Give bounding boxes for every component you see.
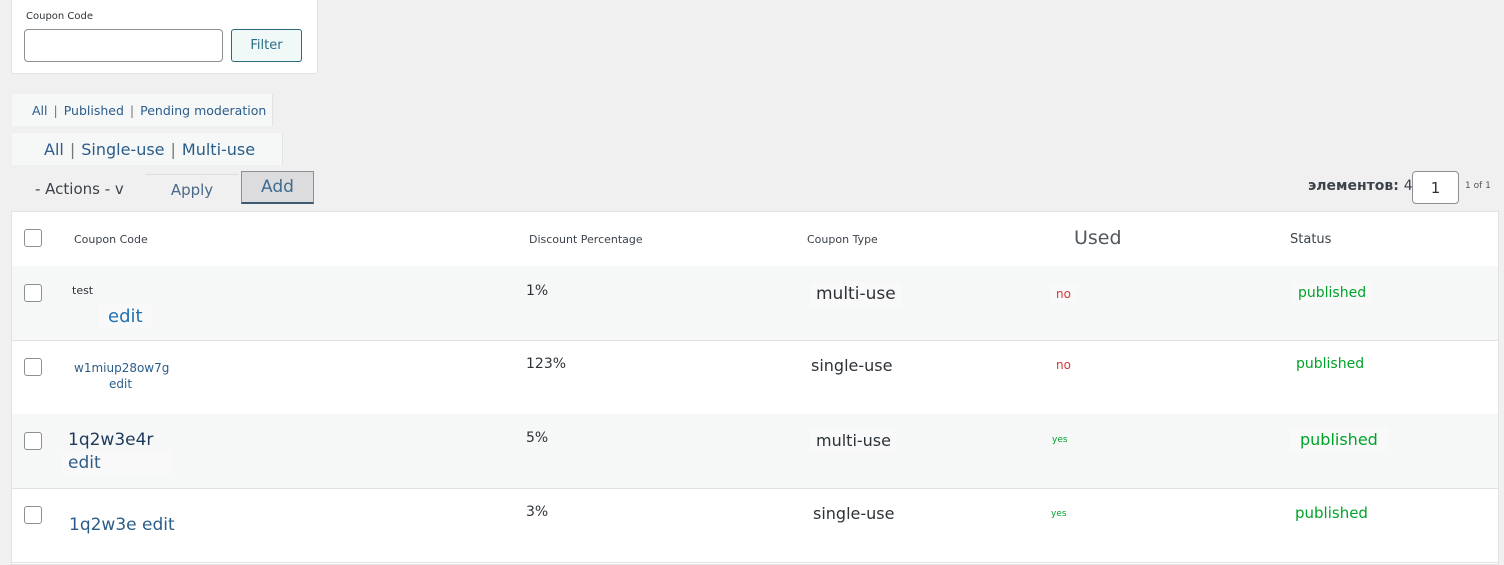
view-published[interactable]: Published	[64, 103, 124, 118]
select-all-checkbox[interactable]	[24, 229, 42, 247]
coupon-code-filter-input[interactable]	[24, 29, 223, 62]
header-discount-percentage[interactable]: Discount Percentage	[529, 233, 643, 246]
add-button[interactable]: Add	[241, 171, 314, 204]
current-page-input[interactable]: 1	[1412, 171, 1459, 204]
status-badge: published	[1290, 428, 1388, 451]
separator: |	[53, 102, 58, 118]
edit-link[interactable]: edit	[62, 451, 171, 475]
type-view-all[interactable]: All	[44, 140, 64, 159]
type-view-multi-use[interactable]: Multi-use	[182, 140, 255, 159]
edit-link[interactable]: edit	[142, 515, 175, 535]
status-badge: published	[1295, 504, 1368, 522]
table-row: test edit 1% multi-use no published	[12, 266, 1498, 341]
discount-percentage: 123%	[526, 356, 567, 372]
header-coupon-type[interactable]: Coupon Type	[807, 233, 878, 246]
items-count-label: элементов:	[1308, 178, 1399, 194]
row-checkbox[interactable]	[24, 432, 42, 450]
apply-button[interactable]: Apply	[146, 174, 238, 204]
filter-label: Coupon Code	[26, 11, 94, 22]
separator: |	[170, 139, 176, 159]
used-value: no	[1050, 285, 1077, 303]
discount-percentage: 3%	[526, 504, 549, 520]
table-row: w1miup28ow7g edit 123% single-use no pub…	[12, 340, 1498, 415]
coupon-code: test	[72, 284, 94, 297]
discount-percentage: 1%	[526, 283, 549, 299]
table-row: 1q2w3e edit 3% single-use yes published	[12, 488, 1498, 563]
edit-link[interactable]: edit	[98, 304, 153, 329]
table-header: Coupon Code Discount Percentage Coupon T…	[12, 212, 1498, 267]
coupon-code: 1q2w3e	[69, 515, 137, 535]
type-view-single-use[interactable]: Single-use	[81, 140, 164, 159]
coupon-code: w1miup28ow7g	[74, 361, 170, 375]
view-all[interactable]: All	[32, 103, 48, 118]
row-checkbox[interactable]	[24, 506, 42, 524]
separator: |	[69, 139, 76, 159]
filter-button[interactable]: Filter	[231, 29, 302, 62]
coupon-type: multi-use	[810, 282, 902, 306]
row-checkbox[interactable]	[24, 358, 42, 376]
edit-link[interactable]: edit	[109, 377, 132, 391]
header-coupon-code[interactable]: Coupon Code	[74, 233, 148, 246]
status-badge: published	[1292, 283, 1373, 303]
view-pending-moderation[interactable]: Pending moderation	[140, 103, 266, 118]
used-value: yes	[1052, 435, 1068, 445]
separator: |	[129, 102, 135, 118]
coupon-code-with-edit: 1q2w3e edit	[69, 515, 175, 535]
total-pages: 1 of 1	[1465, 181, 1491, 191]
status-badge: published	[1296, 356, 1365, 372]
coupon-code: 1q2w3e4r	[68, 430, 154, 450]
filter-panel: Coupon Code Filter	[11, 0, 318, 74]
coupon-type: single-use	[811, 356, 893, 375]
header-status[interactable]: Status	[1290, 232, 1331, 247]
bulk-actions-select[interactable]: - Actions - v	[12, 174, 144, 204]
coupons-table: Coupon Code Discount Percentage Coupon T…	[11, 211, 1499, 565]
coupon-type: single-use	[813, 504, 895, 523]
table-row: 1q2w3e4r edit 5% multi-use yes published	[12, 414, 1498, 489]
discount-percentage: 5%	[526, 430, 549, 446]
coupon-type: multi-use	[810, 429, 897, 452]
status-views: All | Published | Pending moderation	[12, 94, 273, 126]
row-checkbox[interactable]	[24, 284, 42, 302]
items-count: элементов: 4 -	[1308, 178, 1422, 194]
used-value: no	[1056, 358, 1071, 372]
header-used[interactable]: Used	[1074, 227, 1122, 249]
used-value: yes	[1051, 509, 1067, 519]
type-views: All | Single-use | Multi-use	[12, 133, 283, 165]
